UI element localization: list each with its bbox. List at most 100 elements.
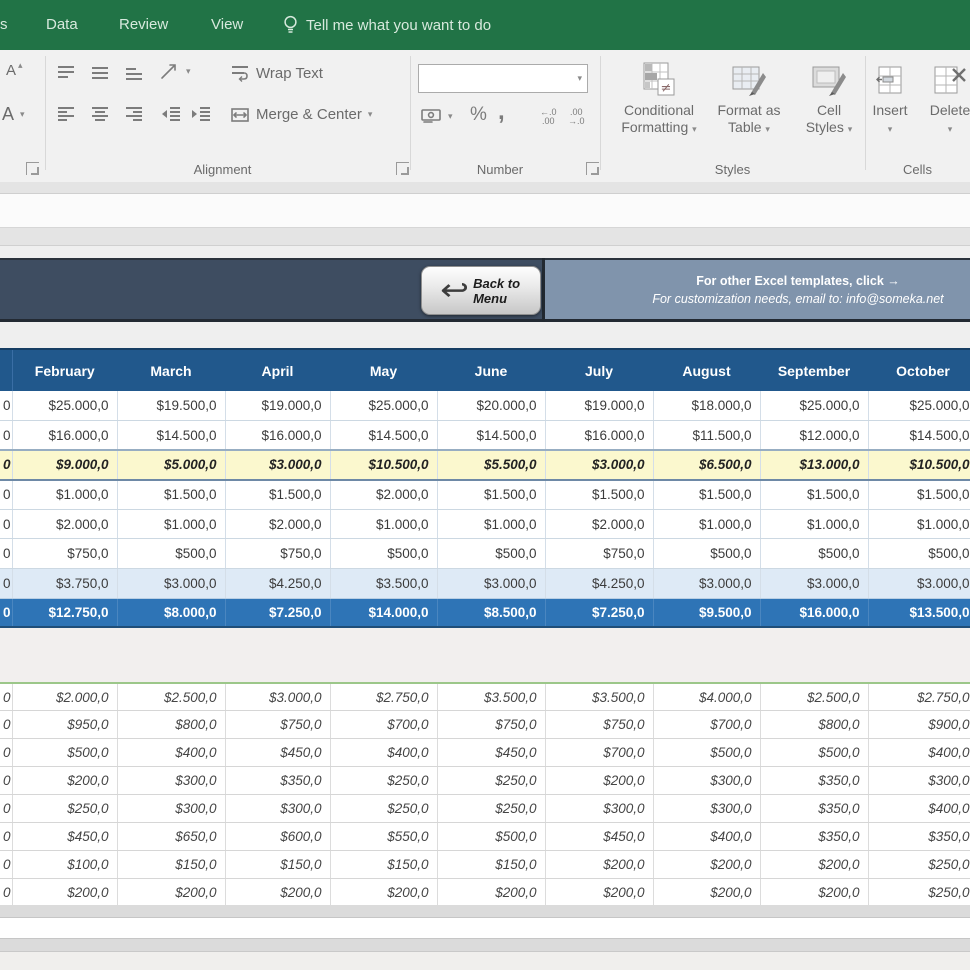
spreadsheet-cell[interactable]: $250,0 — [330, 795, 437, 823]
spreadsheet-cell[interactable]: $300,0 — [545, 795, 653, 823]
month-header-cell[interactable]: February — [12, 349, 117, 392]
spreadsheet-cell[interactable]: $750,0 — [545, 539, 653, 569]
spreadsheet-cell[interactable]: $200,0 — [653, 850, 760, 878]
menu-item-partial[interactable]: s — [0, 0, 8, 50]
spreadsheet-cell[interactable]: $700,0 — [330, 711, 437, 739]
insert-button[interactable]: Insert▾ — [862, 58, 918, 138]
spreadsheet-cell[interactable]: $12.000,0 — [760, 421, 868, 451]
promo-line1[interactable]: For other Excel templates, click → — [603, 274, 970, 288]
format-as-table-button[interactable]: Format as Table ▾ — [708, 58, 790, 138]
cell-partial[interactable]: 0 — [0, 509, 12, 539]
spreadsheet-cell[interactable]: $14.500,0 — [117, 421, 225, 451]
spreadsheet-cell[interactable]: $10.500,0 — [868, 450, 970, 480]
grow-font-button[interactable]: A▴ — [6, 62, 23, 79]
month-header-cell[interactable]: May — [330, 349, 437, 392]
spreadsheet-cell[interactable]: $150,0 — [437, 850, 545, 878]
spreadsheet-cell[interactable]: $350,0 — [760, 795, 868, 823]
spreadsheet-cell[interactable]: $150,0 — [117, 850, 225, 878]
decrease-indent-button[interactable] — [160, 106, 182, 122]
promo-line2[interactable]: For customization needs, email to: info@… — [603, 292, 970, 306]
spreadsheet-cell[interactable]: $500,0 — [12, 739, 117, 767]
spreadsheet-cell[interactable]: $400,0 — [868, 739, 970, 767]
spreadsheet-cell[interactable]: $9.000,0 — [12, 450, 117, 480]
spreadsheet-cell[interactable]: $19.500,0 — [117, 391, 225, 421]
spreadsheet-cell[interactable]: $25.000,0 — [12, 391, 117, 421]
spreadsheet-cell[interactable]: $7.250,0 — [545, 598, 653, 628]
spreadsheet-cell[interactable]: $500,0 — [760, 539, 868, 569]
spreadsheet-cell[interactable]: $6.500,0 — [653, 450, 760, 480]
spreadsheet-cell[interactable]: $100,0 — [12, 850, 117, 878]
spreadsheet-cell[interactable]: $13.500,0 — [868, 598, 970, 628]
spreadsheet-cell[interactable]: $5.000,0 — [117, 450, 225, 480]
spreadsheet-cell[interactable]: $3.000,0 — [545, 450, 653, 480]
align-top-button[interactable] — [56, 64, 76, 80]
spreadsheet-cell[interactable]: $550,0 — [330, 822, 437, 850]
spreadsheet-cell[interactable]: $3.000,0 — [437, 569, 545, 599]
spreadsheet-cell[interactable]: $5.500,0 — [437, 450, 545, 480]
spreadsheet-cell[interactable]: $25.000,0 — [868, 391, 970, 421]
spreadsheet-cell[interactable]: $2.000,0 — [330, 480, 437, 510]
spreadsheet-cell[interactable]: $14.000,0 — [330, 598, 437, 628]
month-header-cell[interactable]: September — [760, 349, 868, 392]
spreadsheet-cell[interactable]: $1.000,0 — [868, 509, 970, 539]
spreadsheet-cell[interactable]: $12.750,0 — [12, 598, 117, 628]
spreadsheet-cell[interactable]: $2.750,0 — [868, 683, 970, 711]
spreadsheet-cell[interactable]: $400,0 — [117, 739, 225, 767]
menu-item-view[interactable]: View — [211, 0, 243, 50]
spreadsheet-cell[interactable]: $350,0 — [760, 767, 868, 795]
spreadsheet-cell[interactable]: $3.000,0 — [760, 569, 868, 599]
spreadsheet-cell[interactable]: $1.000,0 — [330, 509, 437, 539]
spreadsheet-cell[interactable]: $2.000,0 — [225, 509, 330, 539]
spreadsheet-cell[interactable]: $1.500,0 — [545, 480, 653, 510]
spreadsheet-cell[interactable]: $250,0 — [868, 878, 970, 906]
wrap-text-button[interactable]: Wrap Text — [230, 64, 323, 82]
spreadsheet-cell[interactable]: $450,0 — [437, 739, 545, 767]
spreadsheet-cell[interactable]: $750,0 — [437, 711, 545, 739]
spreadsheet-cell[interactable]: $350,0 — [868, 822, 970, 850]
spreadsheet-cell[interactable]: $600,0 — [225, 822, 330, 850]
cell-partial[interactable]: 0 — [0, 767, 12, 795]
spreadsheet-cell[interactable]: $1.500,0 — [225, 480, 330, 510]
spreadsheet-cell[interactable]: $2.750,0 — [330, 683, 437, 711]
menu-item-data[interactable]: Data — [46, 0, 78, 50]
spreadsheet-cell[interactable]: $3.750,0 — [12, 569, 117, 599]
spreadsheet-cell[interactable]: $400,0 — [330, 739, 437, 767]
spreadsheet-cell[interactable]: $200,0 — [117, 878, 225, 906]
spreadsheet-cell[interactable]: $8.500,0 — [437, 598, 545, 628]
cell-styles-button[interactable]: Cell Styles ▾ — [788, 58, 870, 138]
spreadsheet-cell[interactable]: $13.000,0 — [760, 450, 868, 480]
spreadsheet-cell[interactable]: $11.500,0 — [653, 421, 760, 451]
spreadsheet-cell[interactable]: $25.000,0 — [760, 391, 868, 421]
spreadsheet-cell[interactable]: $200,0 — [437, 878, 545, 906]
spreadsheet-cell[interactable]: $400,0 — [868, 795, 970, 823]
spreadsheet-cell[interactable]: $300,0 — [225, 795, 330, 823]
spreadsheet-cell[interactable]: $300,0 — [117, 767, 225, 795]
spreadsheet-cell[interactable]: $14.500,0 — [437, 421, 545, 451]
month-header-cell[interactable]: April — [225, 349, 330, 392]
spreadsheet-cell[interactable]: $16.000,0 — [760, 598, 868, 628]
spreadsheet-cell[interactable]: $2.000,0 — [545, 509, 653, 539]
spreadsheet-cell[interactable]: $300,0 — [653, 795, 760, 823]
spreadsheet-cell[interactable]: $1.500,0 — [760, 480, 868, 510]
spreadsheet-cell[interactable]: $750,0 — [545, 711, 653, 739]
month-header-cell[interactable]: June — [437, 349, 545, 392]
cell-partial[interactable]: 0 — [0, 480, 12, 510]
spreadsheet-cell[interactable]: $1.500,0 — [437, 480, 545, 510]
spreadsheet-cell[interactable]: $1.000,0 — [437, 509, 545, 539]
cell-partial[interactable]: 0 — [0, 539, 12, 569]
spreadsheet-cell[interactable]: $3.000,0 — [653, 569, 760, 599]
month-header-cell[interactable]: August — [653, 349, 760, 392]
spreadsheet-cell[interactable]: $7.250,0 — [225, 598, 330, 628]
delete-button[interactable]: Delete▾ — [920, 58, 970, 138]
spreadsheet-cell[interactable]: $500,0 — [868, 539, 970, 569]
spreadsheet-cell[interactable]: $300,0 — [117, 795, 225, 823]
alignment-dialog-launcher[interactable] — [396, 162, 409, 175]
spreadsheet-cell[interactable]: $350,0 — [760, 822, 868, 850]
spreadsheet-cell[interactable]: $14.500,0 — [330, 421, 437, 451]
spreadsheet-cell[interactable]: $150,0 — [330, 850, 437, 878]
align-center-button[interactable] — [90, 106, 110, 122]
increase-indent-button[interactable] — [190, 106, 212, 122]
spreadsheet-cell[interactable]: $1.500,0 — [653, 480, 760, 510]
spreadsheet-cell[interactable]: $9.500,0 — [653, 598, 760, 628]
cell-partial[interactable]: 0 — [0, 450, 12, 480]
